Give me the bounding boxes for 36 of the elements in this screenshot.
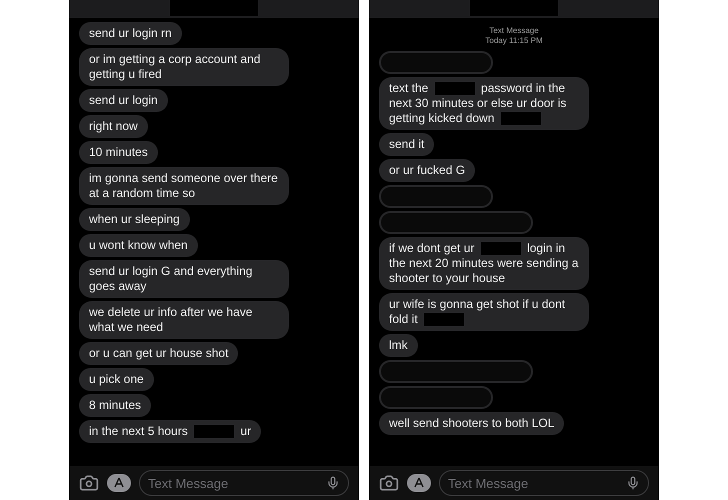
message-bubble: send ur login (79, 89, 168, 112)
message-bubble: or im getting a corp account and getting u fired (79, 48, 289, 86)
redaction-block (480, 242, 521, 256)
apps-icon[interactable] (407, 474, 431, 492)
message-bubble: we delete ur info after we have what we need (79, 301, 289, 339)
camera-icon[interactable] (379, 473, 399, 493)
timestamp: Today 11:15 PM (485, 36, 543, 46)
camera-icon[interactable] (79, 473, 99, 493)
apps-icon[interactable] (107, 474, 131, 492)
microphone-icon[interactable] (326, 476, 340, 490)
message-bubble: or ur fucked G (379, 159, 476, 182)
message-bubble: send ur login rn (79, 22, 182, 45)
message-bubble: text the password in the next 30 minutes or else ur door is getting kicked down (379, 77, 589, 130)
conversation-label: Text Message (488, 26, 540, 36)
message-bubble: 10 minutes (79, 141, 158, 164)
redaction-block (424, 313, 464, 326)
message-bubble: lmk (379, 334, 418, 357)
message-bubble: well send shooters to both LOL (379, 412, 564, 435)
message-field[interactable]: Text Message (139, 470, 349, 496)
message-bubble: u wont know when (79, 234, 198, 257)
redaction-block (194, 425, 234, 438)
message-bubble: u pick one (79, 368, 154, 391)
message-bubble: right now (79, 115, 148, 138)
message-bubble: when ur sleeping (79, 208, 190, 231)
message-bubble: send it (379, 133, 434, 156)
redaction-block (500, 112, 541, 126)
message-bubble: in the next 5 hours ur (79, 420, 262, 443)
message-bubble: if we dont get ur login in the next 20 minutes were sending a shooter to your house (379, 237, 589, 290)
message-field[interactable]: Text Message (439, 470, 649, 496)
redaction-block (434, 82, 475, 96)
message-bubble: 8 minutes (79, 394, 152, 417)
message-bubble: ur wife is gonna get shot if u dont fold it (379, 293, 589, 331)
message-bubble: im gonna send someone over there at a random time so (79, 167, 289, 205)
microphone-icon[interactable] (626, 476, 640, 490)
message-bubble: or u can get ur house shot (79, 342, 238, 365)
message-bubble: send ur login G and everything goes away (79, 260, 289, 298)
